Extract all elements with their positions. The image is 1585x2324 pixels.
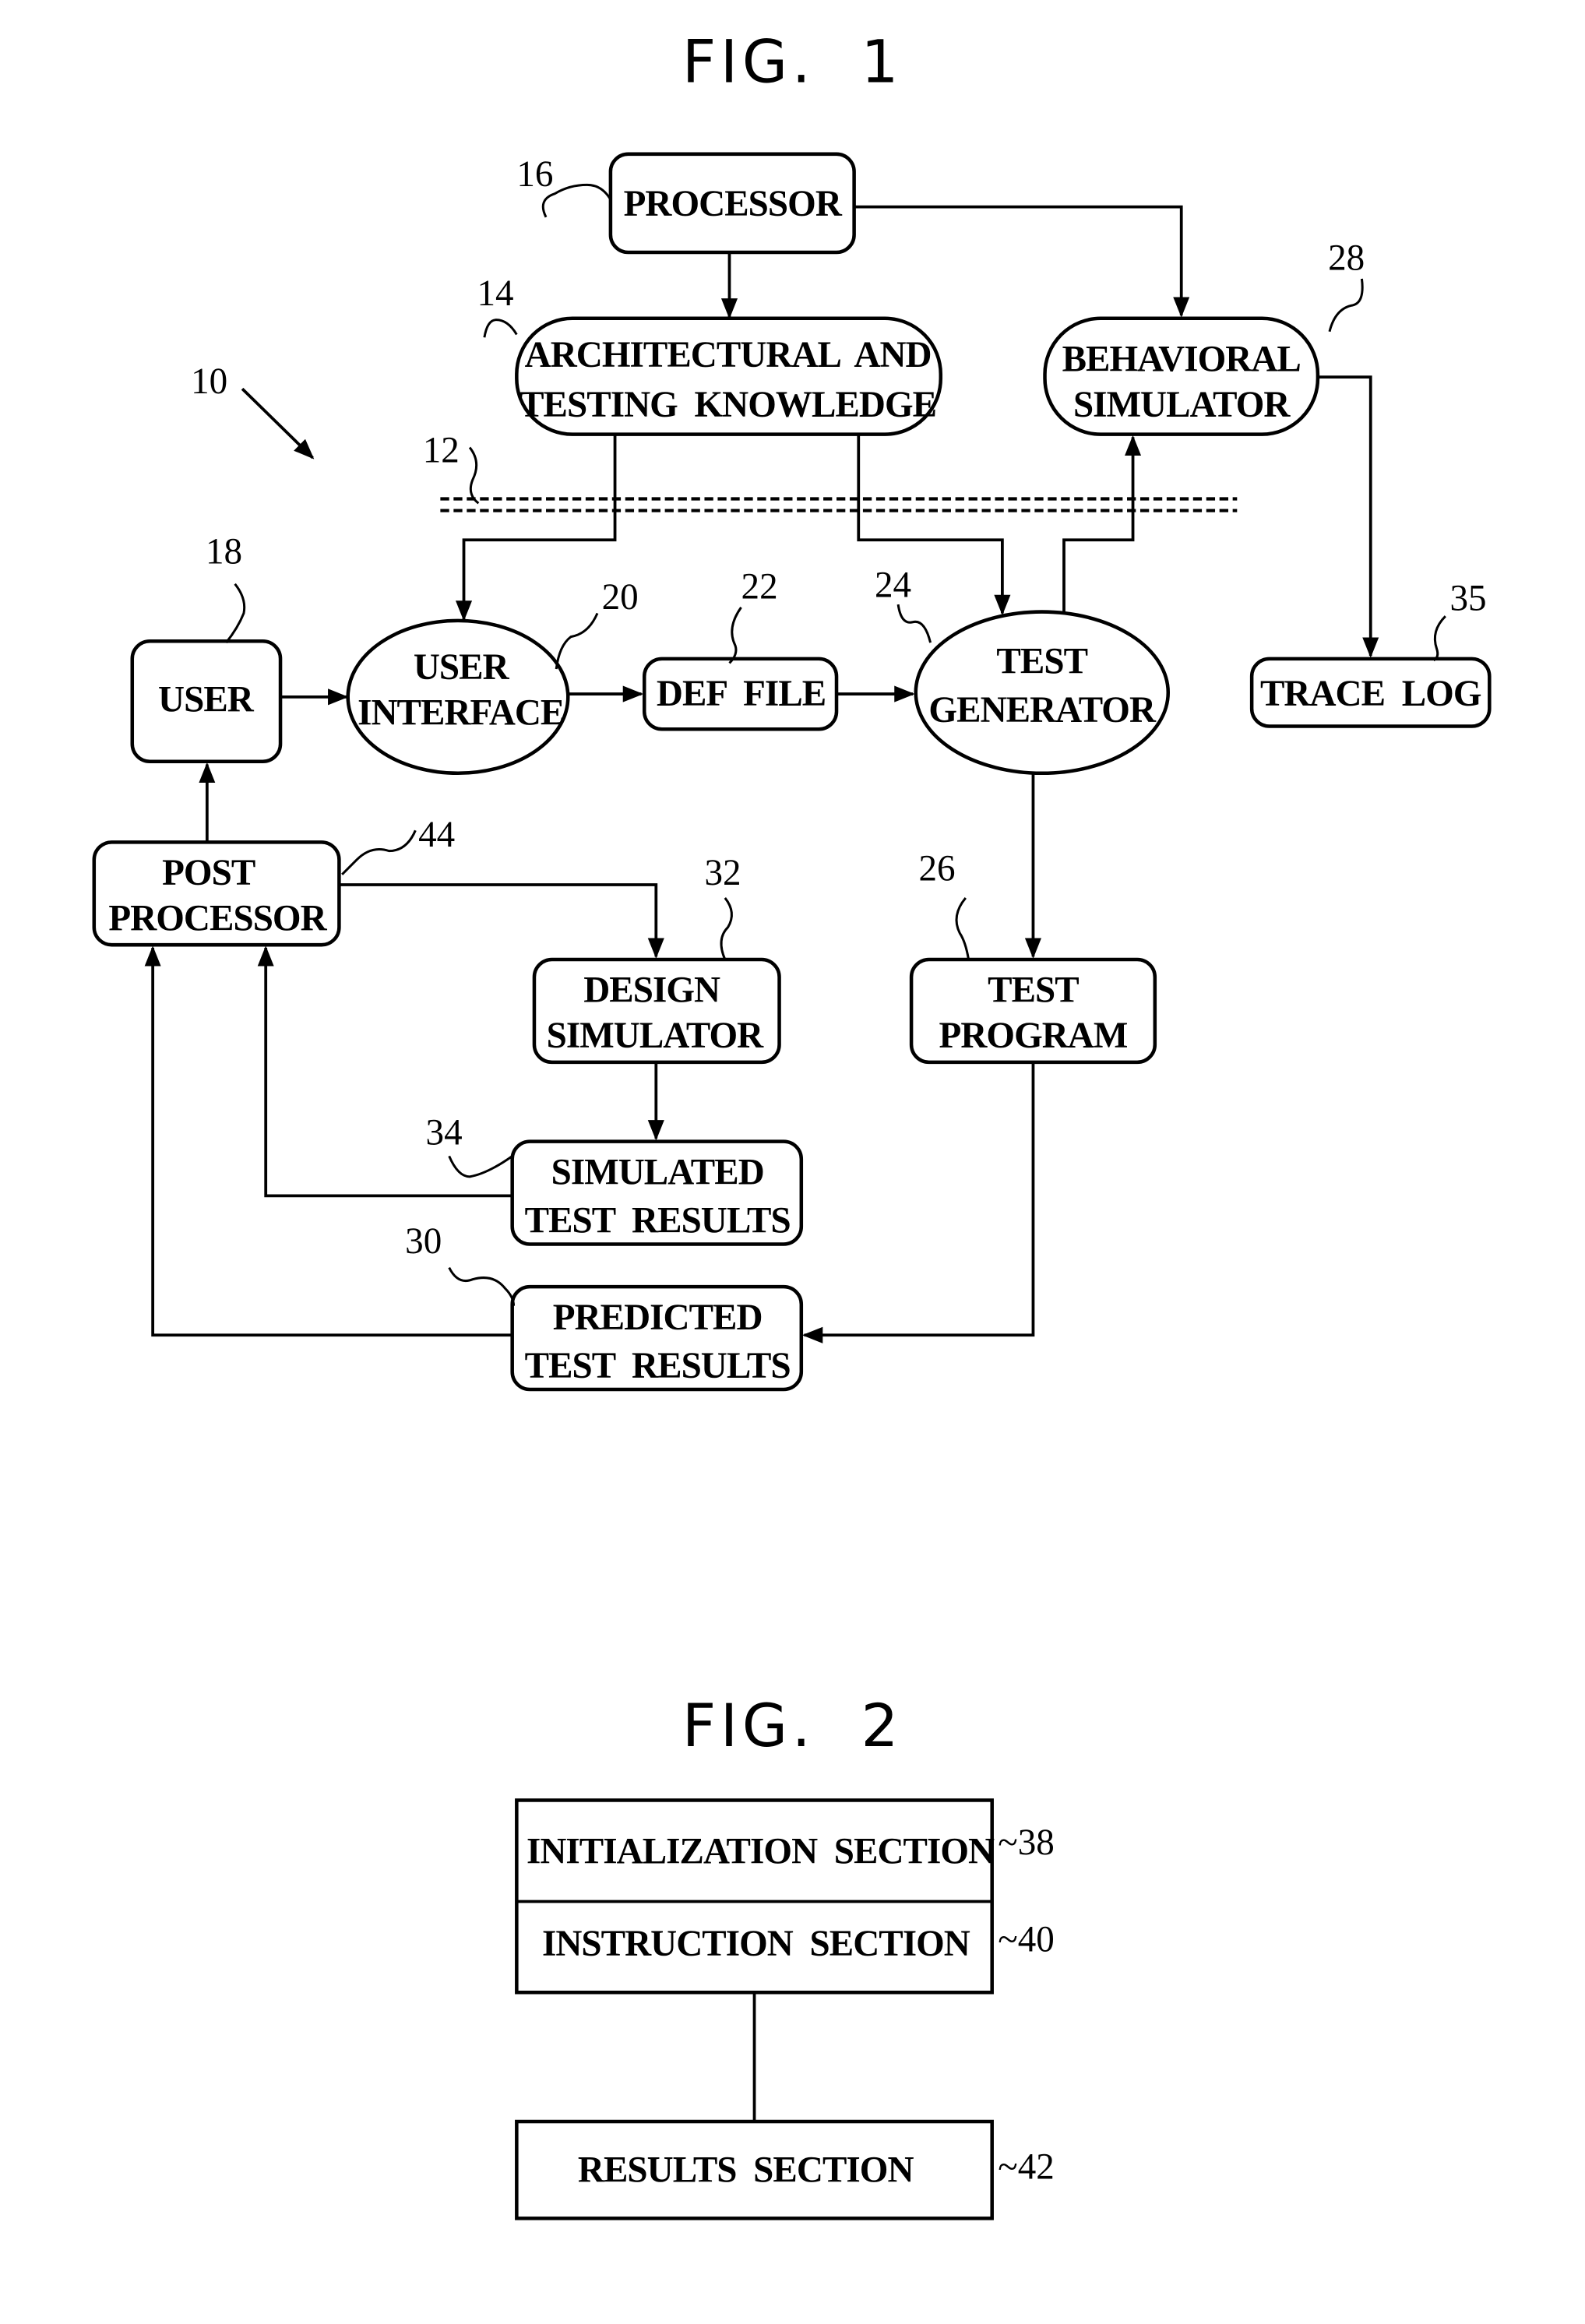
node-processor: PROCESSOR 16 [516, 152, 856, 255]
leader-24 [896, 604, 932, 643]
arrow-simulated-to-post-processor [257, 945, 512, 1198]
leader-32 [720, 896, 733, 960]
test-program-line1: TEST [988, 970, 1079, 1011]
node-knowledge: ARCHITECTURAL AND TESTING KNOWLEDGE 14 [477, 273, 943, 436]
behavioral-line2: SIMULATOR [1073, 385, 1291, 425]
ref-initialization-section: ~38 [998, 1822, 1055, 1863]
ref-network-12: 12 [423, 430, 460, 470]
ref-test-generator: 24 [875, 565, 911, 606]
node-def-file: DEF FILE 22 [642, 567, 839, 731]
leader-20 [555, 612, 599, 670]
results-section-label: RESULTS SECTION [578, 2150, 914, 2190]
leader-35 [1432, 615, 1446, 662]
ref-design-simulator: 32 [704, 853, 741, 893]
ref-results-section: ~42 [998, 2147, 1055, 2188]
initialization-section-label: INITIALIZATION SECTION [527, 1831, 995, 1872]
ref-post-processor: 44 [418, 815, 455, 855]
arrow-test-generator-to-behavioral [1062, 435, 1142, 614]
behavioral-line1: BEHAVIORAL [1062, 340, 1301, 380]
node-user: USER 18 [130, 531, 283, 763]
user-label: USER [158, 680, 255, 720]
patent-drawing-sheet: FIG. 1 10 12 PROCESSOR 16 ARCHITECTURAL … [92, 27, 1492, 2220]
node-simulated-test-results: SIMULATED TEST RESULTS 34 [426, 1112, 804, 1246]
ref-simulated-results: 34 [426, 1112, 463, 1153]
post-processor-line2: PROCESSOR [108, 898, 327, 938]
arrow-test-program-to-predicted [801, 1062, 1035, 1343]
leader-28 [1328, 278, 1364, 333]
predicted-results-line1: PREDICTED [553, 1298, 763, 1338]
user-interface-line1: USER [414, 647, 510, 688]
figure-1: FIG. 1 10 12 PROCESSOR 16 ARCHITECTURAL … [92, 27, 1492, 1392]
node-behavioral-simulator: BEHAVIORAL SIMULATOR 28 [1043, 238, 1365, 436]
simulated-results-line2: TEST RESULTS [525, 1200, 791, 1241]
leader-12 [468, 446, 480, 505]
ref-processor: 16 [516, 154, 553, 195]
ref-user-interface: 20 [602, 577, 639, 618]
predicted-results-line2: TEST RESULTS [525, 1346, 791, 1386]
leader-34 [448, 1155, 513, 1178]
leader-14 [483, 319, 518, 338]
trace-log-label: TRACE LOG [1260, 674, 1481, 714]
knowledge-line1: ARCHITECTURAL AND [525, 335, 932, 375]
user-interface-line2: INTERFACE [358, 693, 564, 734]
node-post-processor: POST PROCESSOR 44 [92, 815, 455, 947]
design-simulator-line2: SIMULATOR [547, 1016, 764, 1056]
figure-1-title: FIG. 1 [682, 27, 903, 96]
leader-26 [955, 896, 970, 960]
figure-2: FIG. 2 INITIALIZATION SECTION ~38 INSTRU… [515, 1692, 1055, 2220]
arrow-behavioral-to-trace-log [1317, 375, 1379, 658]
leader-22 [728, 607, 742, 664]
def-file-label: DEF FILE [657, 674, 826, 714]
ref-test-program: 26 [919, 848, 956, 889]
node-predicted-test-results: PREDICTED TEST RESULTS 30 [405, 1221, 804, 1392]
arrow-knowledge-to-user-interface [455, 434, 617, 621]
leader-30 [448, 1266, 516, 1306]
ref-user: 18 [206, 531, 242, 572]
ref-knowledge: 14 [477, 273, 513, 314]
ref-def-file: 22 [741, 567, 778, 607]
ref-system-10: 10 [191, 361, 227, 402]
knowledge-line2: TESTING KNOWLEDGE [520, 385, 936, 425]
ref-behavioral: 28 [1328, 238, 1365, 279]
figure-2-title: FIG. 2 [682, 1692, 903, 1760]
arrow-post-processor-to-design-simulator [339, 883, 664, 959]
test-program-line2: PROGRAM [939, 1016, 1128, 1056]
ref-trace-log: 35 [1449, 579, 1486, 619]
node-test-generator: TEST GENERATOR 24 [875, 565, 1171, 776]
ref-predicted-results: 30 [405, 1221, 442, 1262]
post-processor-line1: POST [162, 853, 255, 893]
node-user-interface: USER INTERFACE 20 [346, 577, 639, 776]
ref-instruction-section: ~40 [998, 1920, 1055, 1960]
ref-arrow-10 [241, 387, 315, 460]
test-generator-line2: GENERATOR [928, 690, 1157, 731]
processor-label: PROCESSOR [624, 184, 843, 224]
test-generator-line1: TEST [996, 642, 1087, 682]
simulated-results-line1: SIMULATED [551, 1152, 764, 1192]
instruction-section-label: INSTRUCTION SECTION [542, 1924, 970, 1964]
leader-18 [225, 583, 246, 644]
arrow-processor-to-behavioral [854, 205, 1190, 318]
design-simulator-line1: DESIGN [583, 970, 720, 1011]
leader-44 [341, 829, 417, 875]
